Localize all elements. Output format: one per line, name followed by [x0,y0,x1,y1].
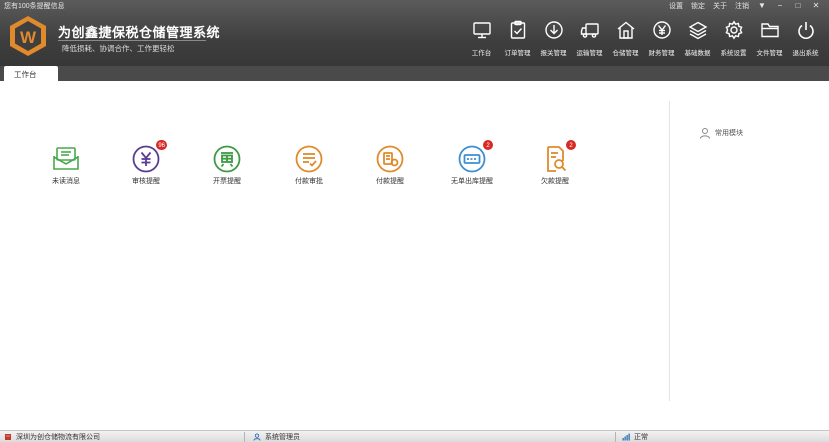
building-icon [5,433,11,440]
tile-outbound-reminder[interactable]: 2 无单出库提醒 [437,139,507,186]
status-company: 深圳为创仓储物流有限公司 [0,431,244,442]
minimize-button[interactable]: − [775,1,785,10]
app-header: 您有100条提醒信息 设置 锁定 关于 注销 ▼ − □ ✕ W 为创鑫捷保税仓… [0,0,829,66]
common-modules[interactable]: 常用模块 [699,127,743,139]
tile-badge: 2 [565,139,577,151]
app-slogan: 降低损耗、协调合作、工作更轻松 [62,44,175,53]
tile-label: 开票提醒 [213,178,241,185]
nav-files[interactable]: 文件管理 [754,20,785,57]
tile-unread-messages[interactable]: 未读消息 [31,144,101,186]
nav-workbench[interactable]: 工作台 [466,20,497,57]
tile-audit-reminder[interactable]: 96 审核提醒 [111,139,181,186]
tile-badge: 2 [482,139,494,151]
nav-basic-data[interactable]: 基础数据 [682,20,713,57]
nav-label: 工作台 [471,50,492,57]
app-logo: W [10,16,46,56]
dropdown-button[interactable]: ▼ [757,1,767,10]
lock-link[interactable]: 锁定 [691,1,705,11]
workspace: 未读消息 96 审核提醒 开票提醒 付款审批 付款提醒 2 无单出库提醒 2 欠… [0,81,829,430]
nav-label: 退出系统 [792,50,819,57]
tab-bar: 工作台 [0,66,829,81]
nav-customs[interactable]: 报关管理 [538,20,569,57]
logout-link[interactable]: 注销 [735,1,749,11]
tile-label: 付款提醒 [376,178,404,185]
status-user: 系统管理员 [245,431,615,442]
clipboard-check-icon [510,20,525,39]
folder-icon [760,23,779,38]
logo-letter: W [20,28,37,47]
nav-label: 仓储管理 [612,50,639,57]
payment-approval-icon [295,145,323,173]
nav-settings[interactable]: 系统设置 [718,20,749,57]
nav-finance[interactable]: 财务管理 [646,20,677,57]
panel-divider [669,101,670,401]
power-icon [797,22,814,39]
tile-badge: 96 [155,139,168,151]
connection-state: 正常 [634,433,648,441]
nav-label: 订单管理 [504,50,531,57]
current-user: 系统管理员 [265,433,300,441]
tile-label: 审核提醒 [132,178,160,185]
about-link[interactable]: 关于 [713,1,727,11]
mail-icon [53,147,79,170]
user-icon [700,128,710,139]
tile-label: 未读消息 [52,178,80,185]
nav-orders[interactable]: 订单管理 [502,20,533,57]
payment-reminder-icon [376,145,404,173]
monitor-icon [472,22,491,39]
tab-workbench[interactable]: 工作台 [4,66,58,81]
nav-exit[interactable]: 退出系统 [790,20,821,57]
invoice-icon [213,145,241,173]
tile-label: 无单出库提醒 [451,178,493,185]
nav-label: 财务管理 [648,50,675,57]
company-name: 深圳为创仓储物流有限公司 [16,433,100,441]
tile-payment-reminder[interactable]: 付款提醒 [355,144,425,186]
gear-icon [724,20,743,40]
slogan-divider [58,40,206,41]
nav-label: 报关管理 [540,50,567,57]
reminder-notice[interactable]: 您有100条提醒信息 [4,1,65,11]
download-circle-icon [544,21,563,39]
app-title: 为创鑫捷保税仓储管理系统 [58,25,221,40]
maximize-button[interactable]: □ [793,1,803,10]
warehouse-icon [617,21,634,39]
common-modules-label: 常用模块 [715,130,743,137]
user-icon [253,432,261,441]
top-links: 设置 锁定 关于 注销 ▼ − □ ✕ [669,0,821,11]
top-strip: 您有100条提醒信息 设置 锁定 关于 注销 ▼ − □ ✕ [0,0,829,11]
truck-icon [580,23,599,38]
status-bar: 深圳为创仓储物流有限公司 系统管理员 正常 [0,430,829,442]
tile-invoice-reminder[interactable]: 开票提醒 [192,144,262,186]
nav-warehouse[interactable]: 仓储管理 [610,20,641,57]
nav-label: 文件管理 [756,50,783,57]
settings-link[interactable]: 设置 [669,1,683,11]
status-connection: 正常 [616,431,648,442]
main-nav: 工作台 订单管理 报关管理 运输管理 仓储管理 财务管理 基础数据 系统设置 文… [461,20,821,57]
nav-label: 系统设置 [720,50,747,57]
tile-label: 付款审批 [295,178,323,185]
tile-debt-reminder[interactable]: 2 欠款提醒 [520,139,590,186]
nav-label: 运输管理 [576,50,603,57]
signal-icon [622,433,630,440]
nav-label: 基础数据 [684,50,711,57]
layers-icon [688,21,707,40]
tile-label: 欠款提醒 [541,178,569,185]
yen-circle-icon [652,21,671,39]
tile-payment-approval[interactable]: 付款审批 [274,144,344,186]
close-button[interactable]: ✕ [811,1,821,10]
nav-transport[interactable]: 运输管理 [574,20,605,57]
